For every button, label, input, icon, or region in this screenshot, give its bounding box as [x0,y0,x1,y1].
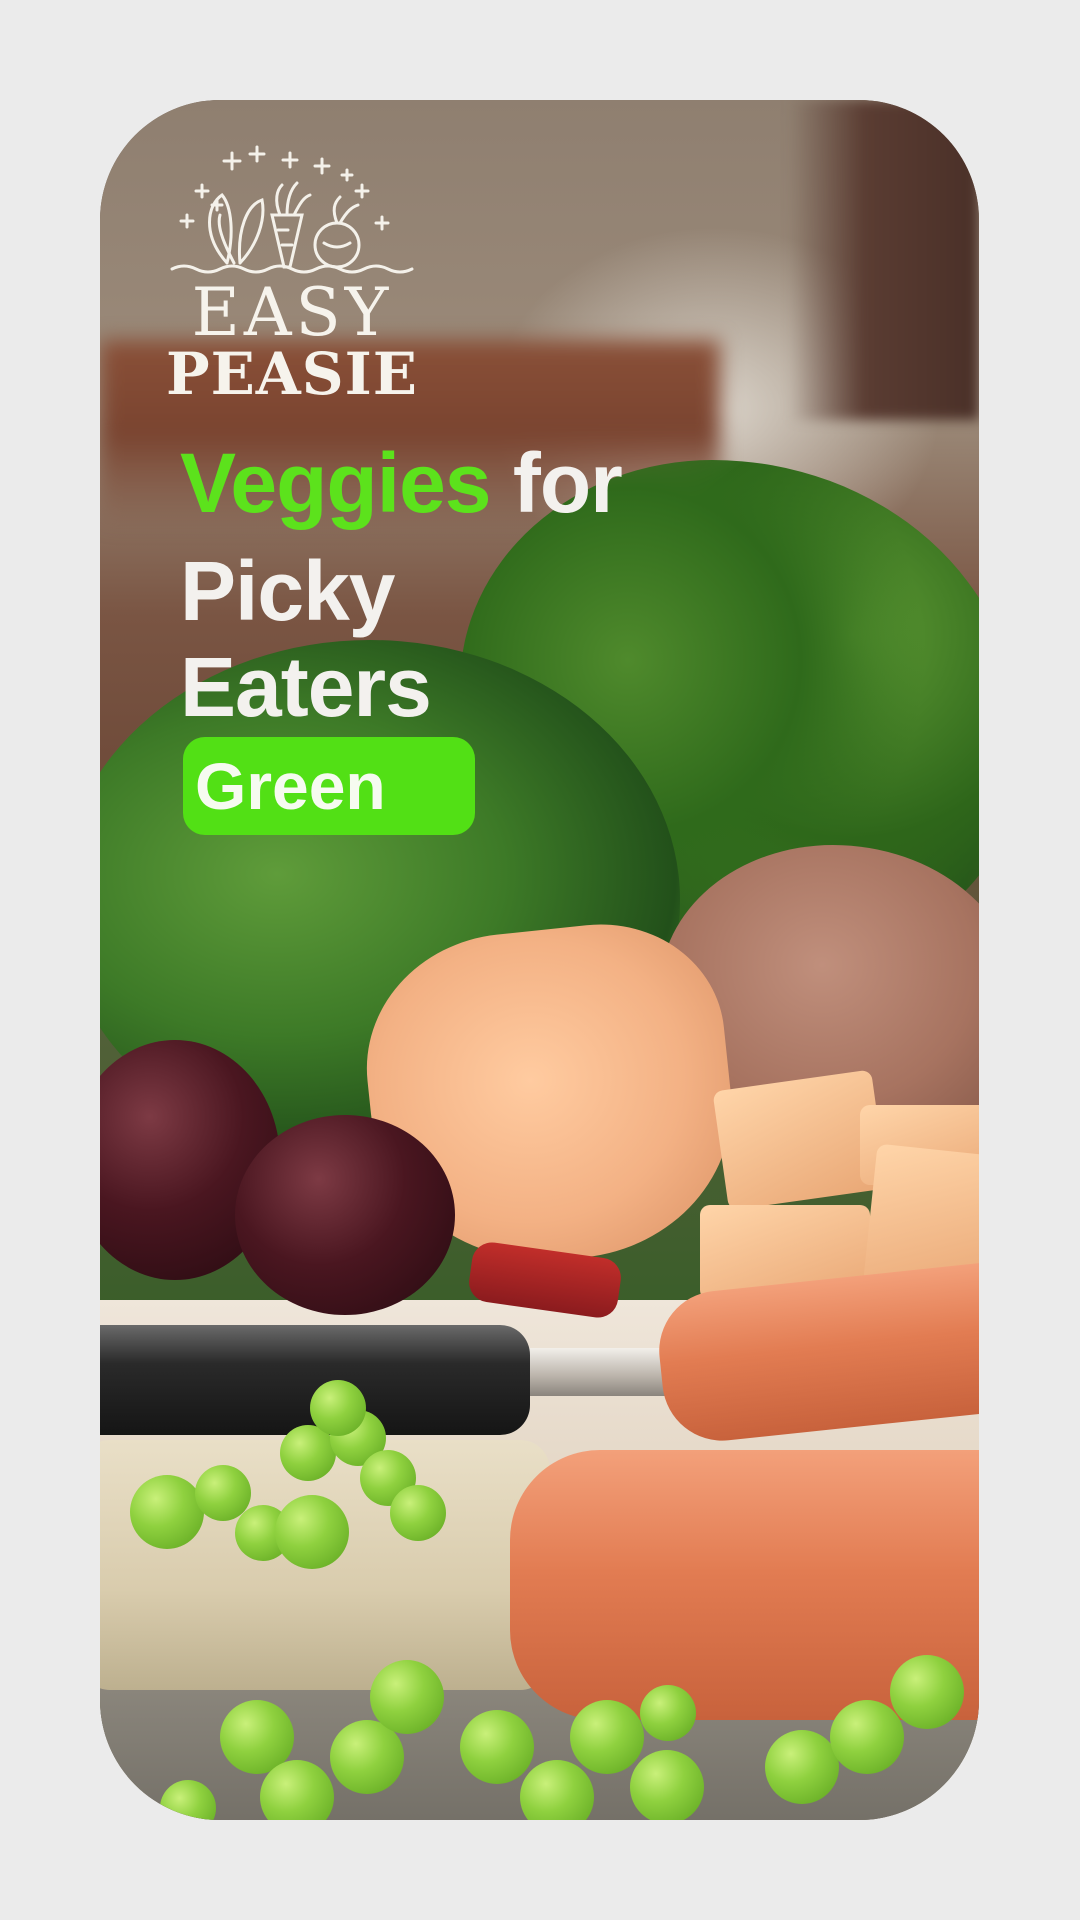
headline-accent-word: Veggies [180,436,492,530]
headline-word-for: for [512,436,623,530]
headline-line-3: Eaters [180,640,432,734]
logo-illustration-icon [170,145,414,274]
beet-image [235,1115,455,1315]
easy-peasie-logo: EASY PEASIE [162,145,422,410]
logo-text-easy: EASY [191,274,393,351]
green-tag-badge: Green [183,737,475,835]
logo-text-peasie: PEASIE [165,340,419,408]
headline-line-2: Picky [180,544,396,638]
headline: Veggies for Picky Eaters [180,435,900,735]
story-card[interactable]: EASY PEASIE Veggies for Picky Eaters Gre… [100,100,979,1820]
headline-line-1: Veggies for [180,435,900,543]
